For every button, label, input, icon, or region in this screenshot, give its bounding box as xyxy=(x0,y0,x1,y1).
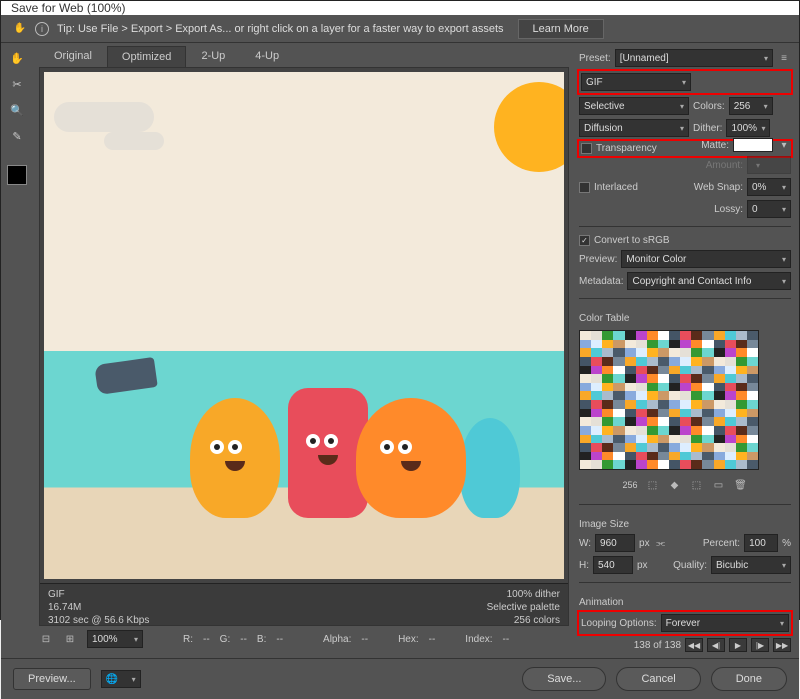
lossy-label: Lossy: xyxy=(714,204,743,215)
preset-label: Preset: xyxy=(579,53,611,64)
first-frame-button[interactable]: ◀◀ xyxy=(685,638,703,652)
ct-new-icon[interactable]: ▭ xyxy=(712,478,726,492)
play-button[interactable]: ▶ xyxy=(729,638,747,652)
looping-label: Looping Options: xyxy=(581,618,657,629)
srgb-label: Convert to sRGB xyxy=(594,235,670,246)
tab-optimized[interactable]: Optimized xyxy=(107,46,187,67)
preview-label: Preview: xyxy=(579,254,617,265)
animation-title: Animation xyxy=(579,597,791,608)
tip-bar: ✋ i Tip: Use File > Export > Export As..… xyxy=(1,15,799,43)
tip-text: Tip: Use File > Export > Export As... or… xyxy=(57,23,504,35)
alpha-label: Alpha: xyxy=(323,634,351,645)
dither-method-select[interactable]: Diffusion xyxy=(579,119,689,137)
info-bar: ⊟ ⊞ 100% R:-- G:-- B:-- Alpha:-- Hex:-- … xyxy=(39,626,569,652)
stat-size: 16.74M xyxy=(48,601,149,614)
matte-label: Matte: xyxy=(701,140,729,151)
metadata-select[interactable]: Copyright and Contact Info xyxy=(627,272,791,290)
preview-image xyxy=(44,72,564,579)
interlaced-label: Interlaced xyxy=(594,182,638,193)
colors-label: Colors: xyxy=(693,101,725,112)
view-tabs: Original Optimized 2-Up 4-Up xyxy=(39,43,569,67)
save-button[interactable]: Save... xyxy=(522,667,606,691)
w-label: W: xyxy=(579,538,591,549)
stat-palette: Selective palette xyxy=(487,601,560,614)
metadata-label: Metadata: xyxy=(579,276,623,287)
index-label: Index: xyxy=(465,634,492,645)
format-select[interactable]: GIF xyxy=(581,73,691,91)
pct-sign: % xyxy=(782,538,791,549)
dither-label: Dither: xyxy=(693,123,722,134)
minus-icon[interactable]: ⊟ xyxy=(39,632,53,646)
tool-strip: ✋ ✂ 🔍 ✎ xyxy=(1,43,33,658)
window-titlebar: Save for Web (100%) xyxy=(1,1,799,15)
g-label: G: xyxy=(220,634,231,645)
ct-shift-icon[interactable]: ◆ xyxy=(668,478,682,492)
next-frame-button[interactable]: |▶ xyxy=(751,638,769,652)
hex-label: Hex: xyxy=(398,634,419,645)
px-label: px xyxy=(639,538,650,549)
done-button[interactable]: Done xyxy=(711,667,787,691)
link-icon[interactable]: ⫘ xyxy=(654,536,668,550)
ct-map-icon[interactable]: ⬚ xyxy=(690,478,704,492)
settings-panel: Preset: [Unnamed] ≡ GIF Selective Colors… xyxy=(575,43,799,658)
menu-icon[interactable]: ≡ xyxy=(777,51,791,65)
reduction-select[interactable]: Selective xyxy=(579,97,689,115)
eyedropper-tool-icon[interactable]: ✎ xyxy=(7,127,27,145)
quality-label: Quality: xyxy=(673,560,707,571)
stat-dither: 100% dither xyxy=(487,588,560,601)
tab-4up[interactable]: 4-Up xyxy=(240,45,294,67)
slice-tool-icon[interactable]: ✂ xyxy=(7,75,27,93)
percent-label: Percent: xyxy=(703,538,740,549)
matte-swatch[interactable] xyxy=(733,138,773,152)
stats-bar: GIF 16.74M 3102 sec @ 56.6 Kbps 100% dit… xyxy=(40,583,568,625)
r-label: R: xyxy=(183,634,193,645)
browser-preview-select[interactable]: 🌐 xyxy=(101,670,141,688)
ct-lock-icon[interactable]: ⬚ xyxy=(646,478,660,492)
color-swatch[interactable] xyxy=(7,165,27,185)
b-label: B: xyxy=(257,634,266,645)
amount-label: Amount: xyxy=(706,160,743,171)
color-table-title: Color Table xyxy=(579,313,791,324)
lossy-input[interactable]: 0 xyxy=(747,200,791,218)
prev-frame-button[interactable]: ◀| xyxy=(707,638,725,652)
ct-count: 256 xyxy=(622,480,637,490)
amount-input xyxy=(747,156,791,174)
srgb-checkbox[interactable] xyxy=(579,235,590,246)
last-frame-button[interactable]: ▶▶ xyxy=(773,638,791,652)
trash-icon[interactable]: 🗑 xyxy=(734,478,748,492)
h-label: H: xyxy=(579,560,589,571)
plus-icon[interactable]: ⊞ xyxy=(63,632,77,646)
preset-select[interactable]: [Unnamed] xyxy=(615,49,773,67)
window-title: Save for Web (100%) xyxy=(11,1,126,15)
cancel-button[interactable]: Cancel xyxy=(616,667,700,691)
stat-format: GIF xyxy=(48,588,149,601)
interlaced-checkbox[interactable] xyxy=(579,182,590,193)
zoom-tool-icon[interactable]: 🔍 xyxy=(7,101,27,119)
dither-input[interactable]: 100% xyxy=(726,119,770,137)
zoom-select[interactable]: 100% xyxy=(87,630,143,648)
hand-tool-icon: ✋ xyxy=(13,22,27,36)
button-bar: Preview... 🌐 Save... Cancel Done xyxy=(1,658,799,699)
quality-select[interactable]: Bicubic xyxy=(711,556,791,574)
chevron-down-icon[interactable]: ▾ xyxy=(777,138,791,152)
frame-counter: 138 of 138 xyxy=(634,640,681,651)
info-icon: i xyxy=(35,22,49,36)
preview-button[interactable]: Preview... xyxy=(13,668,91,690)
preview-pane: GIF 16.74M 3102 sec @ 56.6 Kbps 100% dit… xyxy=(39,67,569,626)
percent-input[interactable] xyxy=(744,534,778,552)
tab-original[interactable]: Original xyxy=(39,45,107,67)
looping-select[interactable]: Forever xyxy=(661,614,789,632)
learn-more-button[interactable]: Learn More xyxy=(518,19,604,39)
websnap-input[interactable]: 0% xyxy=(747,178,791,196)
websnap-label: Web Snap: xyxy=(694,182,743,193)
width-input[interactable] xyxy=(595,534,635,552)
tab-2up[interactable]: 2-Up xyxy=(186,45,240,67)
px-label2: px xyxy=(637,560,648,571)
hand-tool-icon[interactable]: ✋ xyxy=(7,49,27,67)
image-size-title: Image Size xyxy=(579,519,791,530)
color-table[interactable] xyxy=(579,330,759,470)
height-input[interactable] xyxy=(593,556,633,574)
preview-select[interactable]: Monitor Color xyxy=(621,250,791,268)
colors-input[interactable]: 256 xyxy=(729,97,773,115)
